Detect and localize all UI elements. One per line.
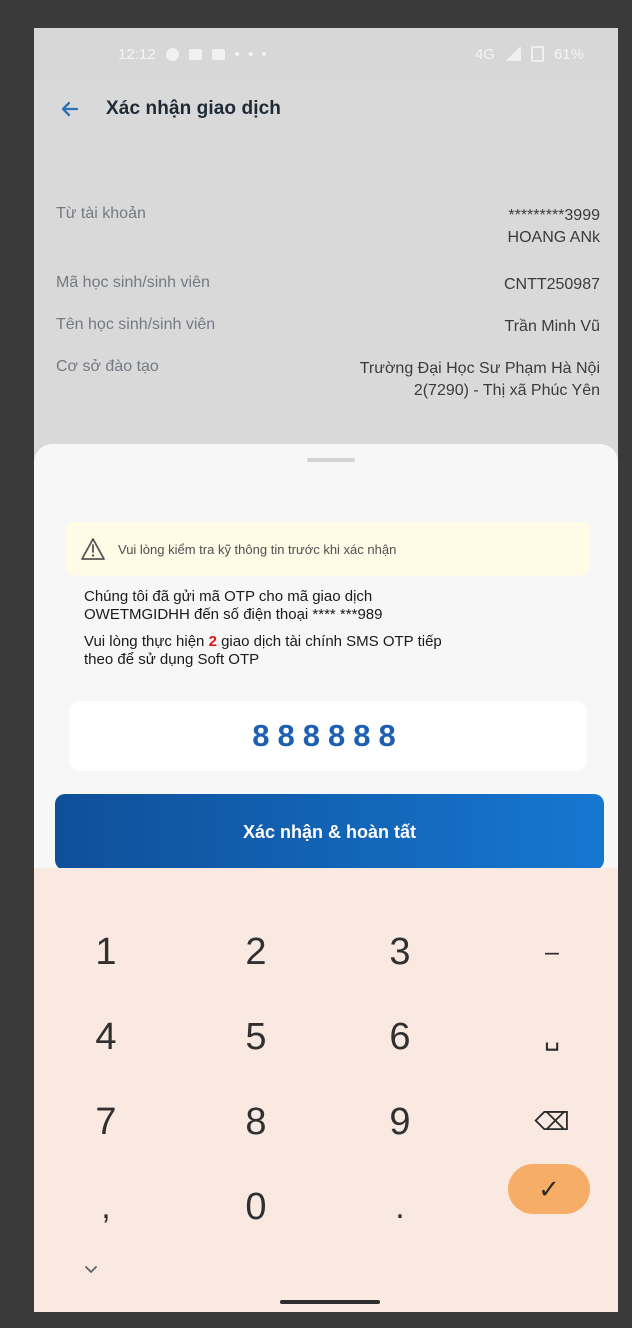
account-owner: HOANG ANk [507,228,600,246]
account-number: *********3999 [508,207,600,224]
otp-message-line1: Chúng tôi đã gửi mã OTP cho mã giao dịch [84,588,373,605]
key-2[interactable]: 2 [212,923,300,981]
space-key[interactable]: ␣ [508,1008,596,1066]
detail-value-student-name: Trần Minh Vũ [504,318,600,335]
location-icon [165,47,179,61]
status-time: 12:12 [118,45,156,63]
status-left: 12:12 • • • [118,46,269,63]
key-5[interactable]: 5 [212,1008,300,1066]
phone-screen: 12:12 • • • 4G 61% Xác nhận giao dịch Từ… [34,28,618,1312]
key-period[interactable]: . [356,1178,444,1236]
home-indicator[interactable] [280,1300,380,1304]
otp-message-line3-prefix: Vui lòng thực hiện [84,633,209,651]
otp-message-line3-suffix: giao dịch tài chính SMS OTP tiếp [216,633,442,651]
app-header: Xác nhận giao dịch [58,96,458,122]
otp-message-line2: OWETMGIDHH đến số điện thoại **** ***989 [84,605,383,623]
more-notifications-icon: • • • [234,45,269,63]
confirm-complete-button[interactable]: Xác nhận & hoàn tất [55,794,604,870]
battery-percent: 61% [553,45,584,63]
detail-row-student-code: Mã học sinh/sinh viên CNTT250987 [56,274,600,296]
otp-message-line3: Vui lòng thực hiện 2 giao dịch tài chính… [84,633,584,651]
key-8[interactable]: 8 [212,1093,300,1151]
detail-value-account: *********3999 HOANG ANk [508,205,600,248]
detail-value-student-code: CNTT250987 [503,276,600,293]
back-arrow-icon[interactable] [58,97,82,121]
warning-triangle-icon [80,537,106,561]
chevron-down-graphic [85,1266,97,1273]
otp-code-value: 888888 [252,718,404,753]
key-comma[interactable]: , [62,1178,150,1236]
otp-message-line4: theo để sử dụng Soft OTP [84,650,260,668]
status-right: 4G 61% [475,46,584,63]
sheet-drag-handle[interactable] [307,458,355,462]
network-label: 4G [474,45,495,63]
numeric-keyboard: 1 2 3 – 4 5 6 ␣ 7 8 9 ⌫ , 0 . [34,868,618,1312]
key-7[interactable]: 7 [62,1093,150,1151]
signal-icon [504,47,521,61]
warning-triangle-graphic [81,538,105,560]
page-title: Xác nhận giao dịch [106,98,281,119]
back-arrow-graphic [61,101,79,117]
key-4[interactable]: 4 [62,1008,150,1066]
battery-icon [530,46,544,62]
otp-message: Chúng tôi đã gửi mã OTP cho mã giao dịch… [84,588,584,668]
warning-banner: Vui lòng kiểm tra kỹ thông tin trước khi… [66,522,590,576]
warning-text: Vui lòng kiểm tra kỹ thông tin trước khi… [118,541,397,557]
detail-row-school: Cơ sở đào tạo Trường Đại Học Sư Phạm Hà … [56,358,600,401]
message-icon [211,48,225,60]
detail-row-account: Từ tài khoản *********3999 HOANG ANk [56,205,600,248]
key-1[interactable]: 1 [62,923,150,981]
detail-label-student-code: Mã học sinh/sinh viên [56,274,210,291]
key-0[interactable]: 0 [212,1178,300,1236]
notification-icon [188,48,202,60]
detail-label-account: Từ tài khoản [56,205,146,222]
key-9[interactable]: 9 [356,1093,444,1151]
detail-value-school: Trường Đại Học Sư Phạm Hà Nội 2(7290) - … [280,358,600,401]
detail-row-student-name: Tên học sinh/sinh viên Trần Minh Vũ [56,316,600,338]
detail-label-student-name: Tên học sinh/sinh viên [56,316,216,333]
status-bar: 12:12 • • • 4G 61% [34,28,618,80]
backspace-key[interactable]: ⌫ [508,1093,596,1151]
key-6[interactable]: 6 [356,1008,444,1066]
school-name-line1: Trường Đại Học Sư Phạm Hà Nội [359,360,600,377]
detail-label-school: Cơ sở đào tạo [56,358,159,375]
key-minus[interactable]: – [508,923,596,981]
key-3[interactable]: 3 [356,923,444,981]
keyboard-confirm-key[interactable]: ✓ [508,1164,590,1214]
otp-input[interactable]: 888888 [69,701,587,771]
otp-remaining-count: 2 [208,633,217,651]
school-name-line2: 2(7290) - Thị xã Phúc Yên [413,381,600,399]
chevron-down-icon[interactable] [82,1260,100,1278]
